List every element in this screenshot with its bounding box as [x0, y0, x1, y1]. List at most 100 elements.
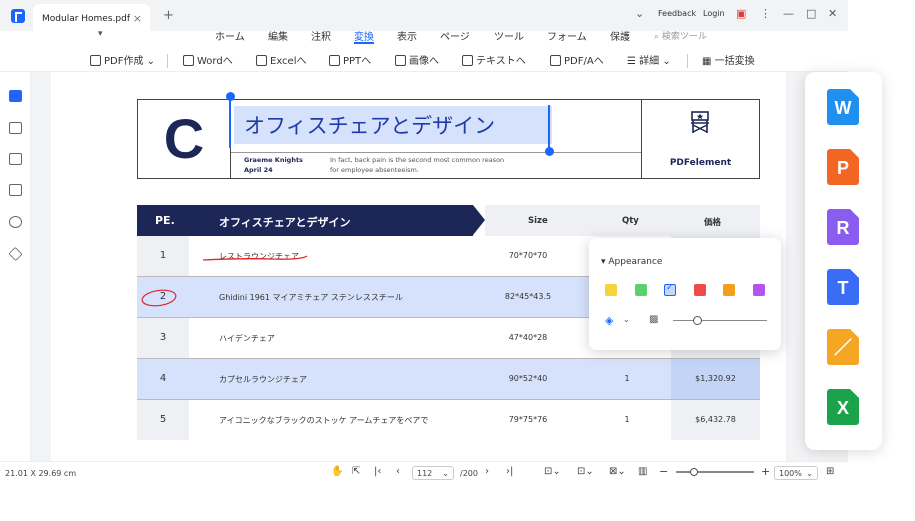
pages-icon[interactable]: ／ [827, 329, 859, 365]
to-excel-button[interactable]: Excelへ [256, 52, 307, 67]
close-window-icon[interactable]: ✕ [828, 7, 837, 20]
pdf-create-button[interactable]: PDF作成 ⌄ [90, 52, 155, 67]
menu-view[interactable]: 表示 [397, 28, 417, 43]
toolbar-divider [687, 54, 688, 68]
row-size: 82*45*43.5 [504, 292, 552, 301]
to-text-button[interactable]: テキストへ [462, 52, 526, 67]
document-tab[interactable]: Modular Homes.pdf × [33, 4, 150, 31]
color-swatch[interactable] [693, 284, 706, 296]
menu-convert[interactable]: 変換 [354, 28, 374, 44]
color-swatch[interactable] [723, 284, 735, 296]
close-tab-icon[interactable]: × [133, 12, 142, 25]
new-tab-icon[interactable]: + [163, 8, 174, 23]
pdf-create-chevron-icon: ⌄ [143, 56, 156, 67]
fill-chevron-icon[interactable]: ⌄ [623, 315, 630, 324]
underline-annotation[interactable] [201, 252, 311, 264]
first-page-icon[interactable]: |‹ [374, 466, 381, 477]
search-tools[interactable]: ⌕ 検索ツール [654, 29, 707, 42]
color-swatch[interactable] [664, 283, 676, 296]
fill-color-icon[interactable]: ◈ [605, 314, 613, 327]
document-tab-title: Modular Homes.pdf [42, 14, 130, 24]
notification-icon[interactable]: ▣ [736, 7, 746, 20]
excel-icon[interactable]: X [827, 389, 859, 425]
header-logo-letter: C [138, 100, 231, 178]
excel-convert-icon [256, 55, 267, 66]
login-link[interactable]: Login [703, 9, 725, 18]
menu-protect[interactable]: 保護 [610, 28, 630, 43]
menu-home[interactable]: ホーム [215, 28, 245, 43]
prev-page-icon[interactable]: ‹ [396, 466, 400, 477]
brand-box: PDFelement [641, 100, 759, 178]
hand-tool-icon[interactable]: ✋ [331, 466, 343, 477]
zoom-slider[interactable] [676, 468, 754, 476]
menu-edit[interactable]: 編集 [268, 28, 288, 43]
row-number: 5 [137, 400, 189, 440]
document-title[interactable]: オフィスチェアとデザイン [234, 106, 552, 144]
feedback-link[interactable]: Feedback [658, 9, 696, 18]
minimize-icon[interactable]: — [783, 7, 794, 20]
menu-comment[interactable]: 注釈 [311, 28, 331, 43]
opacity-slider-thumb[interactable] [693, 316, 703, 325]
rtf-icon[interactable]: R [827, 209, 859, 245]
zoom-slider-thumb[interactable] [689, 468, 698, 476]
toolbar-divider [167, 54, 168, 68]
appearance-title[interactable]: ▾ Appearance [601, 257, 662, 267]
layers-icon[interactable] [8, 246, 23, 262]
rotate-icon[interactable]: ⊠⌄ [609, 466, 626, 477]
fullscreen-icon[interactable]: ⊞ [826, 466, 834, 477]
circle-annotation[interactable] [139, 288, 179, 308]
search-sidebar-icon[interactable] [9, 216, 22, 228]
appearance-title-label: Appearance [608, 257, 663, 267]
row-price: $1,320.92 [671, 359, 760, 399]
row-number: 1 [137, 236, 189, 276]
bookmark-icon[interactable] [9, 122, 22, 134]
zoom-in-icon[interactable]: + [761, 465, 770, 478]
opacity-slider[interactable] [673, 316, 767, 325]
batch-convert-button[interactable]: ▦ 一括変換 [702, 52, 755, 67]
text-icon[interactable]: T [827, 269, 859, 305]
maximize-icon[interactable]: □ [806, 7, 816, 20]
zoom-select[interactable]: 100% ⌄ [774, 466, 818, 480]
selection-end-handle[interactable] [548, 105, 550, 151]
powerpoint-icon[interactable]: P [827, 149, 859, 185]
chevron-down-icon[interactable]: ⌄ [635, 7, 644, 20]
fit-width-icon[interactable]: ⊡⌄ [577, 466, 594, 477]
quick-access-dropdown-icon[interactable]: ▾ [98, 29, 103, 39]
image-convert-icon [395, 55, 406, 66]
select-tool-icon[interactable]: ⇱ [352, 466, 360, 477]
comment-icon[interactable] [9, 153, 22, 165]
last-page-icon[interactable]: ›| [506, 466, 513, 477]
next-page-icon[interactable]: › [485, 466, 489, 477]
row-qty: 1 [624, 374, 630, 383]
author-date: April 24 [244, 166, 273, 174]
color-swatch[interactable] [634, 284, 647, 296]
menu-tools[interactable]: ツール [494, 28, 524, 43]
selection-end-dot[interactable] [545, 147, 554, 156]
color-swatch[interactable] [605, 284, 617, 296]
word-icon[interactable]: W [827, 89, 859, 125]
to-image-label: 画像へ [409, 56, 439, 67]
row-name: ハイデンチェア [219, 334, 275, 343]
to-pdfa-button[interactable]: PDF/Aへ [550, 52, 604, 67]
row-number: 3 [137, 318, 189, 358]
selection-start-handle[interactable] [229, 97, 231, 148]
to-ppt-button[interactable]: PPTへ [329, 52, 371, 67]
fit-height-icon[interactable]: ⊡⌄ [544, 466, 561, 477]
thumbnails-icon[interactable] [9, 90, 22, 102]
to-word-button[interactable]: Wordへ [183, 52, 233, 67]
more-button[interactable]: ☰ 詳細 ⌄ [627, 52, 671, 67]
pdfa-convert-icon [550, 55, 561, 66]
zoom-out-icon[interactable]: − [659, 465, 668, 478]
color-swatch[interactable] [752, 284, 765, 296]
page-number-value: 112 [417, 469, 433, 478]
page-number-input[interactable]: 112 ⌄ [412, 466, 454, 480]
menu-page[interactable]: ページ [440, 28, 470, 43]
page-layout-icon[interactable]: ▥ [638, 466, 647, 477]
description-line-1: In fact, back pain is the second most co… [330, 156, 505, 164]
to-image-button[interactable]: 画像へ [395, 52, 439, 67]
menu-form[interactable]: フォーム [547, 28, 587, 43]
more-options-icon[interactable]: ⋮ [760, 7, 771, 20]
attachment-icon[interactable] [9, 184, 22, 196]
selection-start-dot[interactable] [226, 92, 235, 101]
header-divider [231, 152, 641, 153]
